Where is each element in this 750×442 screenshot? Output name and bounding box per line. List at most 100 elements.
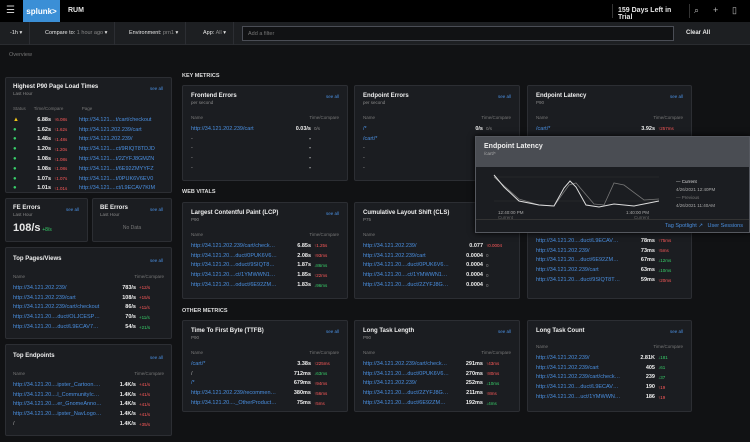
row-link[interactable]: / — [191, 371, 277, 377]
see-all-link[interactable]: see all — [66, 207, 79, 212]
table-row: /* 679ms ↑94ms — [191, 379, 339, 389]
row-link[interactable]: http://34.121.202.239/cart — [363, 253, 449, 259]
row-link[interactable]: http://34.121.202.239/recommendations/* — [191, 390, 277, 396]
see-all-link[interactable]: see all — [670, 329, 683, 334]
environment-dropdown[interactable]: Environment: prn1 ▾ — [122, 22, 187, 45]
card-subtitle: P90 — [536, 100, 545, 105]
card-subtitle: Last Hour — [13, 212, 33, 217]
row-link[interactable]: http://34.121.20....duct/6E92ZMYYFZ — [536, 257, 621, 263]
tag-spotlight-link[interactable]: Tag Spotlight — [665, 223, 697, 229]
row-link[interactable]: http://34.121.20....ipster_NavLogo.svg — [13, 411, 102, 417]
row-link[interactable]: http://34.121.202.239/cart — [75, 127, 164, 133]
table-row: ▲ 6.88s ↑6.08s http://34.121....t/cart/chec… — [13, 115, 164, 125]
row-link[interactable]: http://34.121....t/0PUK6V6EV0 — [75, 176, 164, 182]
table-row: http://34.121.20....er_GnomeAnnouncing 1.… — [13, 400, 164, 410]
row-link[interactable]: http://34.121.20....oduct/6E92ZMYYFZ — [191, 282, 277, 288]
row-link[interactable]: http://34.121.202.239/cart/checkout — [191, 243, 277, 249]
col-name: Name — [536, 115, 549, 120]
row-link[interactable]: http://34.121.202.239/cart — [191, 126, 277, 132]
row-link[interactable]: http://34.121.202.239/cart/checkout — [363, 361, 449, 367]
row-link[interactable]: http://34.121.20....duct/0PUK6V6EV0 — [363, 262, 449, 268]
compare-dropdown[interactable]: Compare to: 1 hour ago ▾ — [38, 22, 116, 45]
row-link[interactable]: http://34.121.20....duct/0PUK6V6EV0 — [191, 253, 277, 259]
row-value: 1.4K/s — [119, 391, 136, 398]
row-link[interactable]: http://34.121....t/6E92ZMYYFZ — [75, 166, 164, 172]
row-link[interactable]: http://34.121.202.239/cart — [536, 365, 621, 371]
row-link[interactable]: http://34.121.202.239/ — [13, 285, 102, 291]
row-link[interactable]: http://34.121....t/2ZYFJ8GMZN — [75, 156, 164, 162]
row-link[interactable]: http://34.121.202.239/ — [536, 248, 621, 254]
see-all-link[interactable]: see all — [326, 94, 339, 99]
row-link[interactable]: /cart/* — [536, 126, 621, 132]
row-link[interactable]: /* — [363, 126, 449, 132]
row-link[interactable]: /* — [191, 380, 277, 386]
row-link[interactable]: http://34.121.20...._OtherProducts.svg — [191, 400, 277, 406]
row-link[interactable]: http://34.121.202.239/cart — [13, 295, 102, 301]
row-link[interactable]: http://34.121.202.239/ — [363, 243, 449, 249]
splunk-logo[interactable]: splunk> — [23, 0, 60, 22]
clear-all-button[interactable]: Clear All — [686, 30, 710, 36]
app-dropdown[interactable]: App: All ▾ — [196, 22, 234, 45]
trial-badge[interactable]: 159 Days Left in Trial — [612, 4, 690, 21]
see-all-link[interactable]: see all — [670, 94, 683, 99]
see-all-link[interactable]: see all — [150, 355, 163, 360]
row-link[interactable]: http://34.121.20....ct/1YMWWN1N4O — [363, 272, 449, 278]
row-link[interactable]: http://34.121.202.239/cart/checkout — [536, 374, 621, 380]
see-all-link[interactable]: see all — [326, 329, 339, 334]
row-link[interactable]: http://34.121.20....duct/L9ECAV7KIM — [13, 324, 102, 330]
status-ok-icon: ● — [13, 175, 17, 182]
row-link[interactable]: http://34.121.202.239/ — [75, 136, 164, 142]
row-link[interactable]: http://34.121.20....ipster_Cartoon.png — [13, 382, 102, 388]
row-link[interactable]: / — [13, 421, 102, 427]
row-link[interactable]: http://34.121.20....duct/9SIQT8TOJO — [536, 277, 621, 283]
plus-icon[interactable]: + — [713, 5, 718, 15]
time-range-dropdown[interactable]: -1h ▾ — [3, 22, 31, 45]
see-all-link[interactable]: see all — [326, 211, 339, 216]
row-link[interactable]: http://34.121....ct/9RIQT8TDJD — [75, 146, 164, 152]
see-all-link[interactable]: see all — [150, 258, 163, 263]
col-name: Name — [191, 115, 204, 120]
row-link[interactable]: http://34.121.20....er_GnomeAnnouncing — [13, 401, 102, 407]
row-compare: 0 — [486, 262, 489, 268]
row-compare: ↑8ms — [486, 390, 497, 396]
row-compare: ↓12ms — [658, 257, 672, 263]
row-link[interactable]: http://34.121.20....duct/L9ECAV7KIM — [536, 238, 621, 244]
row-link[interactable]: http://34.121.202.239/cart — [536, 267, 621, 273]
table-row: http://34.121.20....duct/OLJCESPC7J 70/s +… — [13, 312, 164, 322]
row-link[interactable]: http://34.121.202.239/ — [363, 380, 449, 386]
row-link[interactable]: http://34.121.20....duct/L9ECAV7KIM — [536, 384, 621, 390]
row-link[interactable]: http://34.121.20....ct/1YMWWN1N4O — [191, 272, 277, 278]
row-link[interactable]: http://34.121.202.239/cart/checkout — [13, 304, 102, 310]
row-link[interactable]: http://34.121.20....duct/OLJCESPC7J — [13, 314, 102, 320]
row-link[interactable]: http://34.121.20....uct/1YMWWN1N4O — [536, 394, 621, 400]
see-all-link[interactable]: see all — [498, 94, 511, 99]
row-link[interactable]: /cart/* — [191, 361, 277, 367]
table-row: ● 1.08s ↑1.08s http://34.121....t/2ZYFJ8GMZ… — [13, 154, 164, 164]
table-row: http://34.121.202.239/cart/checkout 86/s +… — [13, 303, 164, 313]
row-link[interactable]: http://34.121.20....l_CommunityIcon.svg — [13, 392, 102, 398]
card-rows: http://34.121.202.239/cart/checkout 291ms… — [363, 359, 511, 408]
bookmark-icon[interactable]: ▯ — [732, 5, 737, 16]
see-all-link[interactable]: see all — [498, 329, 511, 334]
col-name: Name — [536, 344, 549, 349]
row-link[interactable]: http://34.121.20....duct/2ZYFJ8GMZN — [363, 390, 449, 396]
section-web-vitals: WEB VITALS — [182, 189, 216, 195]
card-subtitle: P90 — [191, 335, 200, 340]
row-link[interactable]: http://34.121.202.239/ — [536, 355, 621, 361]
see-all-link[interactable]: see all — [150, 86, 163, 91]
row-link[interactable]: http://34.121.20....duct/0PUK6V6EV0 — [363, 371, 449, 377]
search-icon[interactable]: ⌕ — [694, 5, 699, 16]
add-filter-input[interactable] — [242, 26, 674, 41]
row-link[interactable]: http://34.121.20....duct/6E92ZMYYFZ — [363, 400, 449, 406]
row-link[interactable]: http://34.121.20....duct/2ZYFJ8GMZN — [363, 282, 449, 288]
row-link[interactable]: /cart/* — [363, 136, 449, 142]
row-link[interactable]: http://34.121....t/cart/checkout — [75, 117, 164, 123]
see-all-link[interactable]: see all — [150, 207, 163, 212]
user-sessions-link[interactable]: User Sessions — [708, 223, 743, 229]
row-link[interactable]: http://34.121....ct/L9ECAV7KIM — [75, 185, 164, 191]
breadcrumb[interactable]: Overview — [9, 52, 32, 58]
row-link: - — [363, 145, 365, 152]
menu-icon[interactable]: ☰ — [6, 5, 15, 16]
row-link[interactable]: http://34.121.20....oduct/9SIQT8TOJO — [191, 262, 277, 268]
table-row: http://34.121.20....duct/L9ECAV7KIM 54/s +… — [13, 322, 164, 332]
